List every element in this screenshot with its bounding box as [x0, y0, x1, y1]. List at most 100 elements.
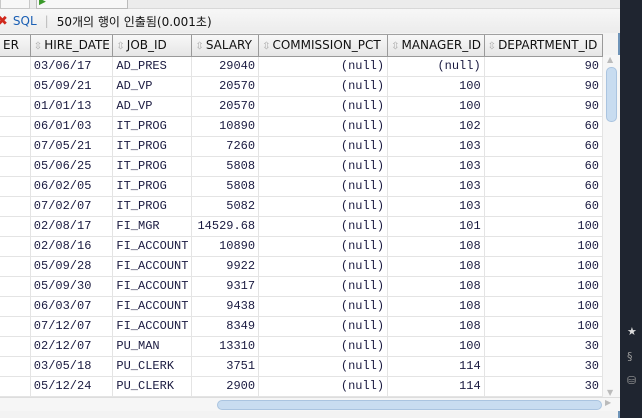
cell-job-id[interactable]: IT_PROG: [112, 156, 193, 177]
cell-manager-id[interactable]: 100: [387, 336, 485, 357]
cell-commission-pct[interactable]: (null): [258, 276, 389, 297]
cell-hire-date[interactable]: 01/01/13: [30, 96, 114, 117]
cell-salary[interactable]: 10890: [191, 116, 260, 137]
cell-commission-pct[interactable]: (null): [258, 256, 389, 277]
cell-job-id[interactable]: AD_PRES: [112, 56, 193, 77]
database-icon[interactable]: ⛁: [627, 374, 636, 387]
cell-salary[interactable]: 14529.68: [191, 216, 260, 237]
scroll-right-icon[interactable]: ▶: [605, 398, 611, 407]
cell-job-id[interactable]: PU_CLERK: [112, 376, 193, 397]
cell-hire-date[interactable]: 05/06/25: [30, 156, 114, 177]
cell-commission-pct[interactable]: (null): [258, 336, 389, 357]
cell-commission-pct[interactable]: (null): [258, 136, 389, 157]
cell-manager-id[interactable]: 100: [387, 96, 485, 117]
cell-job-id[interactable]: FI_ACCOUNT: [112, 236, 193, 257]
cell-commission-pct[interactable]: (null): [258, 236, 389, 257]
cell-hire-date[interactable]: 07/05/21: [30, 136, 114, 157]
scroll-down-icon[interactable]: ▼: [607, 388, 613, 397]
cell-commission-pct[interactable]: (null): [258, 176, 389, 197]
cell-department-id[interactable]: 90: [484, 76, 603, 97]
cell-manager-id[interactable]: 102: [387, 116, 485, 137]
table-row[interactable]: 05/12/24 PU_CLERK 2900 (null) 114 30: [0, 376, 603, 397]
cell-department-id[interactable]: 30: [484, 356, 603, 377]
cell-salary[interactable]: 13310: [191, 336, 260, 357]
cell-job-id[interactable]: IT_PROG: [112, 116, 193, 137]
cell-manager-id[interactable]: 103: [387, 176, 485, 197]
sort-icon[interactable]: ⇳: [488, 41, 496, 52]
cell-er[interactable]: [0, 316, 31, 337]
cell-department-id[interactable]: 100: [484, 296, 603, 317]
cell-job-id[interactable]: IT_PROG: [112, 176, 193, 197]
cell-commission-pct[interactable]: (null): [258, 296, 389, 317]
cell-er[interactable]: [0, 196, 31, 217]
cell-hire-date[interactable]: 06/02/05: [30, 176, 114, 197]
table-row[interactable]: 06/01/03 IT_PROG 10890 (null) 102 60: [0, 116, 603, 137]
cell-department-id[interactable]: 60: [484, 196, 603, 217]
column-header-department-id[interactable]: ⇳ DEPARTMENT_ID: [484, 35, 603, 57]
cell-department-id[interactable]: 60: [484, 156, 603, 177]
cell-er[interactable]: [0, 276, 31, 297]
table-row[interactable]: 02/08/16 FI_ACCOUNT 10890 (null) 108 100: [0, 236, 603, 257]
cell-department-id[interactable]: 30: [484, 336, 603, 357]
cell-salary[interactable]: 3751: [191, 356, 260, 377]
cell-salary[interactable]: 20570: [191, 76, 260, 97]
cell-salary[interactable]: 9438: [191, 296, 260, 317]
cell-manager-id[interactable]: 101: [387, 216, 485, 237]
sql-link[interactable]: SQL: [13, 14, 37, 28]
column-header-job-id[interactable]: ⇳ JOB_ID: [112, 35, 193, 57]
cell-department-id[interactable]: 100: [484, 236, 603, 257]
cell-manager-id[interactable]: (null): [387, 56, 485, 77]
sort-icon[interactable]: ⇳: [34, 41, 42, 52]
cell-manager-id[interactable]: 108: [387, 316, 485, 337]
column-header-manager-id[interactable]: ⇳ MANAGER_ID: [387, 35, 485, 57]
vertical-scroll-thumb[interactable]: [606, 67, 617, 122]
sort-icon[interactable]: ⇳: [391, 41, 399, 52]
sort-icon[interactable]: ⇳: [116, 41, 124, 52]
cell-er[interactable]: [0, 76, 31, 97]
cell-er[interactable]: [0, 96, 31, 117]
cell-commission-pct[interactable]: (null): [258, 196, 389, 217]
cell-hire-date[interactable]: 03/06/17: [30, 56, 114, 77]
cell-salary[interactable]: 2900: [191, 376, 260, 397]
cell-manager-id[interactable]: 108: [387, 236, 485, 257]
cell-commission-pct[interactable]: (null): [258, 76, 389, 97]
column-header-salary[interactable]: ⇳ SALARY: [191, 35, 260, 57]
table-row[interactable]: 02/12/07 PU_MAN 13310 (null) 100 30: [0, 336, 603, 357]
table-row[interactable]: 06/02/05 IT_PROG 5808 (null) 103 60: [0, 176, 603, 197]
cell-job-id[interactable]: FI_MGR: [112, 216, 193, 237]
cell-department-id[interactable]: 100: [484, 256, 603, 277]
cell-salary[interactable]: 8349: [191, 316, 260, 337]
column-header-er[interactable]: ER: [0, 35, 31, 57]
cell-manager-id[interactable]: 108: [387, 296, 485, 317]
pin-icon[interactable]: ✖: [0, 14, 8, 29]
table-row[interactable]: 05/09/21 AD_VP 20570 (null) 100 90: [0, 76, 603, 97]
cell-commission-pct[interactable]: (null): [258, 356, 389, 377]
cell-er[interactable]: [0, 216, 31, 237]
cell-manager-id[interactable]: 100: [387, 76, 485, 97]
cell-department-id[interactable]: 90: [484, 96, 603, 117]
cell-hire-date[interactable]: 05/12/24: [30, 376, 114, 397]
cell-er[interactable]: [0, 236, 31, 257]
cell-salary[interactable]: 5808: [191, 156, 260, 177]
cell-hire-date[interactable]: 05/09/21: [30, 76, 114, 97]
cell-job-id[interactable]: IT_PROG: [112, 136, 193, 157]
cell-er[interactable]: [0, 356, 31, 377]
cell-manager-id[interactable]: 103: [387, 196, 485, 217]
cell-hire-date[interactable]: 02/08/16: [30, 236, 114, 257]
cell-department-id[interactable]: 30: [484, 376, 603, 397]
cell-manager-id[interactable]: 108: [387, 276, 485, 297]
table-row[interactable]: 05/09/28 FI_ACCOUNT 9922 (null) 108 100: [0, 256, 603, 277]
horizontal-scroll-thumb[interactable]: [217, 400, 602, 410]
cell-er[interactable]: [0, 296, 31, 317]
table-row[interactable]: 05/06/25 IT_PROG 5808 (null) 103 60: [0, 156, 603, 177]
cell-department-id[interactable]: 60: [484, 136, 603, 157]
cell-salary[interactable]: 29040: [191, 56, 260, 77]
cell-salary[interactable]: 9922: [191, 256, 260, 277]
cell-job-id[interactable]: FI_ACCOUNT: [112, 276, 193, 297]
cell-hire-date[interactable]: 05/09/30: [30, 276, 114, 297]
cell-hire-date[interactable]: 07/12/07: [30, 316, 114, 337]
cell-er[interactable]: [0, 156, 31, 177]
cell-hire-date[interactable]: 02/12/07: [30, 336, 114, 357]
column-header-hire-date[interactable]: ⇳ HIRE_DATE: [30, 35, 114, 57]
vertical-scrollbar[interactable]: ▲ ▼: [603, 55, 620, 397]
